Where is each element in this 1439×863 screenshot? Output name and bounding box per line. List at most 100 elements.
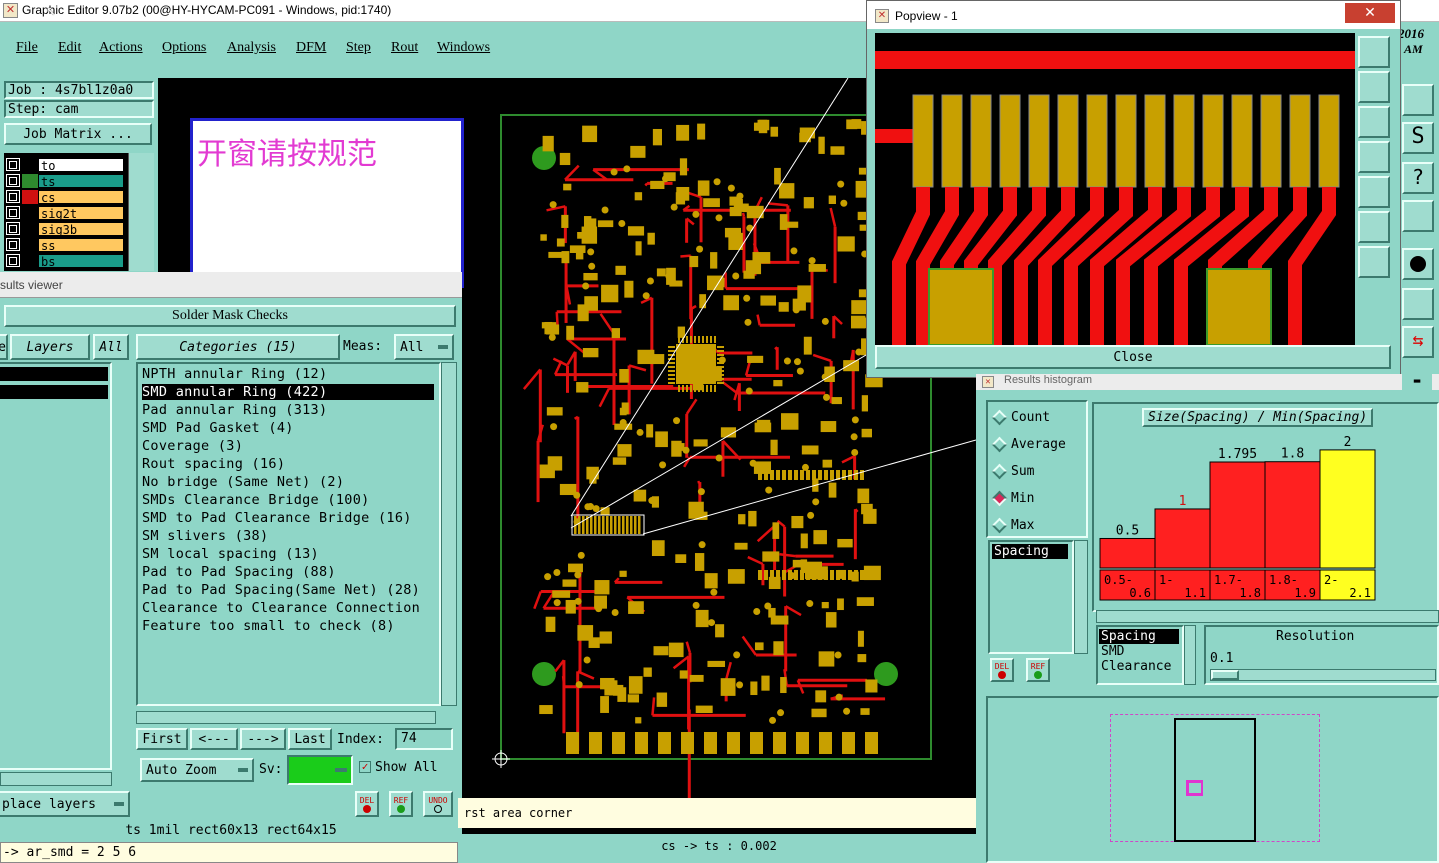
menu-dfm[interactable]: DFM <box>296 40 326 56</box>
menu-rout[interactable]: Rout <box>391 40 418 56</box>
layer-row-to[interactable]: to <box>6 157 124 173</box>
hist-del-button[interactable]: DEL <box>990 658 1014 682</box>
layer-row-ts[interactable]: ts <box>6 173 124 189</box>
mode-radio-average[interactable]: Average <box>991 436 1066 453</box>
layer-checkbox[interactable] <box>6 158 20 171</box>
layer-checkbox[interactable] <box>6 238 20 251</box>
mode-radio-sum[interactable]: Sum <box>991 463 1034 480</box>
prev-tab-button[interactable]: e <box>0 334 8 360</box>
menu-windows[interactable]: Windows <box>437 40 490 56</box>
layer-row-sig2t[interactable]: sig2t <box>6 205 124 221</box>
hist-ref-button[interactable]: REF <box>1026 658 1050 682</box>
histogram-bar[interactable] <box>1099 537 1156 569</box>
layers-tab[interactable]: Layers <box>10 334 90 360</box>
categories-list[interactable]: NPTH annular Ring (12) SMD annular Ring (… <box>136 362 441 706</box>
all-layers-tab[interactable]: All <box>93 334 129 360</box>
next-button[interactable]: ---> <box>240 728 286 750</box>
menu-options[interactable]: Options <box>162 40 206 56</box>
popview-zoom-fit-icon[interactable] <box>1358 36 1390 68</box>
layer-results-list[interactable] <box>0 362 112 770</box>
attribute-item-clearance[interactable]: Clearance <box>1098 659 1182 674</box>
undo-button[interactable]: UNDO <box>423 791 453 817</box>
histogram-bar[interactable] <box>1209 461 1266 569</box>
layer-checkbox[interactable] <box>6 190 20 203</box>
help-icon[interactable]: ? <box>1402 162 1434 194</box>
measure-list-scroll[interactable] <box>1074 540 1088 654</box>
popview-close-icon[interactable]: ✕ <box>1345 3 1395 23</box>
attribute-item-spacing[interactable]: Spacing <box>1099 629 1179 644</box>
category-item[interactable]: Feature too small to check (8) <box>142 618 395 634</box>
categories-tab[interactable]: Categories (15) <box>136 334 340 360</box>
first-button[interactable]: First <box>136 728 188 750</box>
popview-pan-up-icon[interactable] <box>1358 71 1390 103</box>
menu-actions[interactable]: Actions <box>99 40 143 56</box>
prev-button[interactable]: <--- <box>190 728 238 750</box>
menu-step[interactable]: Step <box>346 40 371 56</box>
flip-icon[interactable]: ⇆ <box>1402 326 1434 358</box>
category-item[interactable]: Pad annular Ring (313) <box>142 402 327 418</box>
popview-pan-down-icon[interactable] <box>1358 106 1390 138</box>
window-layout-icon[interactable] <box>1402 84 1434 116</box>
measure-list[interactable]: Spacing <box>988 540 1074 654</box>
category-item[interactable]: SMDs Clearance Bridge (100) <box>142 492 370 508</box>
category-item[interactable]: Pad to Pad Spacing (88) <box>142 564 336 580</box>
resolution-slider-thumb[interactable] <box>1211 670 1239 680</box>
chart-hscroll[interactable] <box>1096 610 1439 623</box>
popview-pan-right-icon[interactable] <box>1358 176 1390 208</box>
category-item[interactable]: Pad to Pad Spacing(Same Net) (28) <box>142 582 420 598</box>
job-matrix-button[interactable]: Job Matrix ... <box>4 123 152 145</box>
meas-dropdown[interactable]: All <box>394 334 454 360</box>
mode-radio-count[interactable]: Count <box>991 409 1050 426</box>
category-item[interactable]: Clearance to Clearance Connection <box>142 600 420 616</box>
layer-row-ss[interactable]: ss <box>6 237 124 253</box>
attribute-list[interactable]: Spacing SMD Clearance <box>1096 625 1184 685</box>
last-button[interactable]: Last <box>288 728 332 750</box>
del-button[interactable]: DEL <box>355 791 379 817</box>
place-layers-dropdown[interactable]: place layers <box>0 791 130 817</box>
popview-close-button[interactable]: Close <box>875 345 1391 369</box>
layer-checkbox[interactable] <box>6 206 20 219</box>
netlist-icon[interactable] <box>1402 200 1434 232</box>
categories-vscroll[interactable] <box>441 362 457 706</box>
category-item[interactable]: SMD annular Ring (422) <box>142 384 434 400</box>
attribute-item-smd[interactable]: SMD <box>1098 644 1182 659</box>
layer-checkbox[interactable] <box>6 222 20 235</box>
menu-analysis[interactable]: Analysis <box>227 40 276 56</box>
category-item[interactable]: NPTH annular Ring (12) <box>142 366 327 382</box>
categories-hscroll[interactable] <box>136 711 436 724</box>
snap-icon[interactable]: S <box>1402 122 1434 154</box>
layer-list-scrollbar[interactable] <box>128 153 154 271</box>
measure-list-item[interactable]: Spacing <box>992 544 1068 559</box>
histogram-bar[interactable] <box>1264 461 1321 569</box>
layer-checkbox[interactable] <box>6 174 20 187</box>
resolution-slider[interactable] <box>1210 669 1436 681</box>
category-item[interactable]: No bridge (Same Net) (2) <box>142 474 344 490</box>
zoom-dropdown[interactable]: Auto Zoom <box>140 758 254 782</box>
command-line[interactable]: -> ar_smd = 2 5 6 <box>0 842 458 863</box>
measure-icon[interactable] <box>1402 288 1434 320</box>
pad-icon[interactable] <box>1402 248 1434 280</box>
layer-row-cs[interactable]: cs <box>6 189 124 205</box>
histogram-chart[interactable]: 0.50.5-0.611-1.11.7951.7-1.81.81.8-1.922… <box>1094 404 1439 610</box>
show-all-checkbox[interactable]: ✓ <box>359 761 371 773</box>
popview-zoom-out-icon[interactable] <box>1358 246 1390 278</box>
layer-row-bs[interactable]: bs <box>6 253 124 269</box>
mode-radio-max[interactable]: Max <box>991 517 1034 534</box>
histogram-bar[interactable] <box>1319 449 1376 569</box>
category-item[interactable]: SM slivers (38) <box>142 528 268 544</box>
layer-checkbox[interactable] <box>6 254 20 267</box>
layer-list-hscroll[interactable] <box>0 772 112 786</box>
category-item[interactable]: Rout spacing (16) <box>142 456 285 472</box>
menu-file[interactable]: File <box>16 40 38 56</box>
sv-color-selector[interactable] <box>287 755 353 785</box>
histogram-bar[interactable] <box>1154 508 1211 569</box>
category-item[interactable]: Coverage (3) <box>142 438 243 454</box>
popview-zoom-in-icon[interactable] <box>1358 211 1390 243</box>
popview-pan-left-icon[interactable] <box>1358 141 1390 173</box>
category-item[interactable]: SM local spacing (13) <box>142 546 319 562</box>
index-input[interactable]: 74 <box>395 728 453 750</box>
mode-radio-min[interactable]: Min <box>991 490 1034 507</box>
histogram-minimize-icon[interactable]: ▬ <box>1402 374 1432 390</box>
menu-edit[interactable]: Edit <box>58 40 81 56</box>
popview-canvas[interactable] <box>875 33 1355 345</box>
